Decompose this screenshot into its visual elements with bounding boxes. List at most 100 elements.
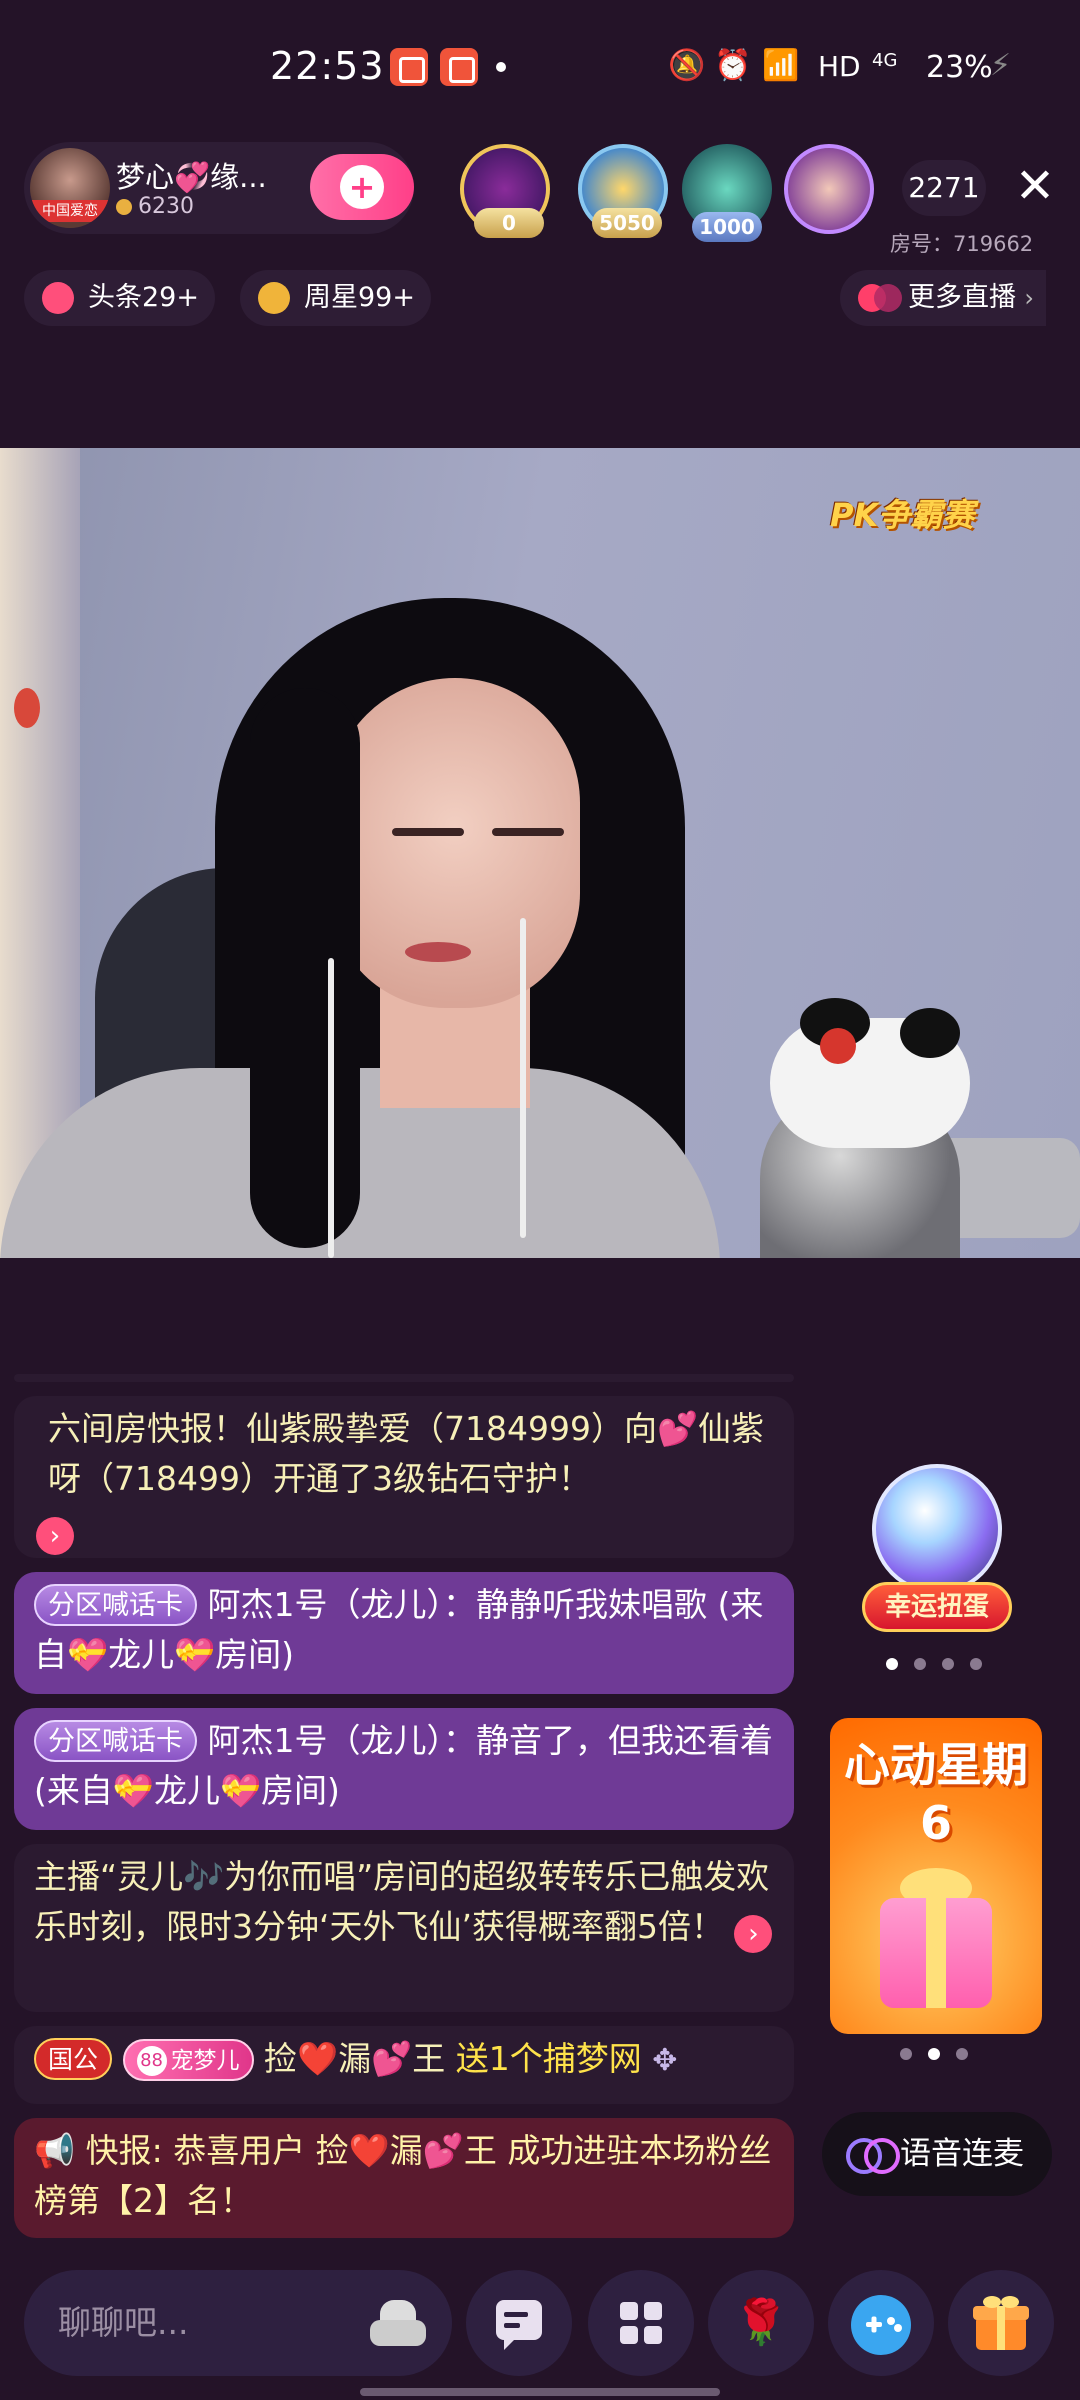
status-bar: 22:53 🔕 ⏰ 📶 HD 4G 23% ⚡ (0, 0, 1080, 140)
fan-level: 88 (136, 2046, 167, 2076)
video-earphone (520, 918, 526, 1238)
sofa-icon[interactable] (370, 2300, 426, 2346)
chat-input[interactable]: 聊聊吧... (24, 2270, 452, 2376)
weekly-star-label: 周星99+ (304, 282, 415, 313)
gamepad-icon (828, 2270, 934, 2376)
room-number: 房号：719662 (890, 232, 1034, 256)
rank-badge: 5050 (592, 208, 662, 238)
follow-button[interactable]: + (310, 154, 414, 220)
star-icon (258, 282, 290, 314)
chat-message-gift[interactable]: 国公 88 宠梦儿 捡❤️漏💕王 送1个捕梦网 ✥ (14, 2026, 794, 2104)
danmaku-button[interactable] (466, 2270, 572, 2376)
battery-level: 23% (926, 50, 993, 85)
coin-icon (116, 199, 132, 215)
chat-username[interactable]: 捡❤️漏💕王 (264, 2039, 445, 2078)
more-menu-button[interactable] (588, 2270, 694, 2376)
rose-gift-button[interactable]: 🌹 (708, 2270, 814, 2376)
chat-divider (14, 1374, 794, 1382)
voice-link-button[interactable]: 语音连麦 (822, 2112, 1052, 2196)
chat-message-text: 主播“灵儿🎶为你而唱”房间的超级转转乐已触发欢乐时刻，限时3分钟‘天外飞仙’获得… (34, 1857, 770, 1946)
video-earphone (328, 958, 334, 1258)
chat-message-announcement[interactable]: 📢 快报: 恭喜用户 捡❤️漏💕王 成功进驻本场粉丝榜第【2】名！ (14, 2118, 794, 2238)
avatar-ribbon: 中国爱恋 (30, 200, 110, 222)
message-icon (466, 2270, 572, 2376)
more-live-button[interactable]: 更多直播 › (840, 270, 1046, 326)
pk-badge[interactable]: PK争霸赛 (830, 490, 974, 536)
fan-badge: 88 宠梦儿 (122, 2039, 254, 2081)
noble-badge: 国公 (34, 2038, 113, 2080)
gift-icon (948, 2270, 1054, 2376)
voice-link-label: 语音连麦 (900, 2136, 1024, 2172)
heart-plus-icon: + (340, 165, 384, 209)
more-notifications-dot (496, 62, 506, 72)
video-lips (405, 942, 471, 962)
lucky-egg-widget[interactable]: 幸运扭蛋 (862, 1464, 1012, 1644)
promo-title: 心动星期6 (844, 1738, 1028, 1850)
top-fan-avatar-3[interactable]: 1000 (682, 144, 772, 242)
promo-pager (900, 2048, 968, 2062)
top-fan-avatar-4[interactable] (784, 144, 874, 234)
chevron-right-icon: › (1024, 284, 1034, 312)
gift-button[interactable] (948, 2270, 1054, 2376)
dreamcatcher-gift-icon: ✥ (652, 2043, 678, 2078)
chat-message-broadcast[interactable]: 六间房快报！仙紫殿挚爱（7184999）向💕仙紫呀（718499）开通了3级钻石… (14, 1396, 794, 1558)
video-eye (392, 828, 464, 836)
video-eye (492, 828, 564, 836)
chat-message-shout[interactable]: 分区喊话卡 阿杰1号（龙儿）：静音了，但我还看着 (来自💝龙儿💝房间) (14, 1708, 794, 1830)
chevron-right-icon[interactable]: › (734, 1915, 773, 1953)
weekly-star-chip[interactable]: 周星99+ (240, 270, 431, 326)
app-notification-icon (390, 48, 428, 86)
chat-message-text: 送1个捕梦网 (455, 2039, 642, 2078)
host-coins: 6230 (116, 194, 194, 219)
app-notification-icon (440, 48, 478, 86)
host-name: 梦心💞缘... (116, 160, 267, 194)
mute-icon: 🔕 (668, 48, 706, 83)
game-button[interactable] (828, 2270, 934, 2376)
grid-icon (588, 2270, 694, 2376)
more-live-label: 更多直播 (908, 282, 1016, 313)
lucky-egg-pager (886, 1658, 982, 1672)
top-fan-avatar-2[interactable]: 5050 (578, 144, 668, 238)
chevron-right-icon[interactable]: › (36, 1517, 74, 1555)
host-coins-value: 6230 (138, 194, 194, 219)
video-plush-toy-ear (820, 1028, 856, 1064)
host-avatar[interactable]: 中国爱恋 (30, 148, 110, 228)
wifi-icon: 📶 (762, 48, 800, 83)
live-icon (858, 284, 904, 312)
video-decor (14, 688, 40, 728)
clock: 22:53 (270, 44, 385, 88)
headline-chip[interactable]: 头条29+ (24, 270, 215, 326)
chat-message-shout[interactable]: 分区喊话卡 阿杰1号（龙儿）：静静听我妹唱歌 (来自💝龙儿💝房间) (14, 1572, 794, 1694)
shout-card-badge: 分区喊话卡 (34, 1720, 197, 1762)
gacha-machine-icon (872, 1464, 1002, 1594)
live-video[interactable] (0, 448, 1080, 1258)
chat-message-text: 快报: 恭喜用户 捡❤️漏💕王 成功进驻本场粉丝榜第【2】名！ (34, 2131, 772, 2220)
lucky-egg-label: 幸运扭蛋 (862, 1582, 1012, 1632)
flame-icon (42, 282, 74, 314)
gift-box-icon (880, 1898, 992, 2008)
chat-message-event[interactable]: 主播“灵儿🎶为你而唱”房间的超级转转乐已触发欢乐时刻，限时3分钟‘天外飞仙’获得… (14, 1844, 794, 2012)
home-indicator[interactable] (360, 2388, 720, 2396)
video-shirt (0, 1068, 720, 1258)
top-fan-avatar-1[interactable]: 0 (460, 144, 550, 238)
alarm-icon: ⏰ (714, 48, 752, 83)
rose-icon: 🌹 (733, 2297, 789, 2348)
chat-username[interactable]: 阿杰1号（龙儿） (208, 1721, 444, 1760)
rank-badge: 0 (474, 208, 544, 238)
chat-input-placeholder: 聊聊吧... (58, 2303, 189, 2342)
chat-username[interactable]: 阿杰1号（龙儿） (208, 1585, 444, 1624)
chat-message-text: 六间房快报！仙紫殿挚爱（7184999）向💕仙紫呀（718499）开通了3级钻石… (48, 1409, 765, 1498)
promo-banner[interactable]: 心动星期6 (830, 1718, 1042, 2034)
fan-badge-name: 宠梦儿 (170, 2048, 240, 2074)
network-label: HD (818, 50, 861, 83)
shout-card-badge: 分区喊话卡 (34, 1584, 197, 1626)
link-rings-icon (846, 2138, 900, 2174)
video-hair-front (250, 688, 360, 1248)
rank-badge: 1000 (692, 212, 762, 242)
viewer-count[interactable]: 2271 (902, 160, 986, 216)
signal-icon: 4G (872, 50, 898, 71)
battery-charging-icon: ⚡ (990, 48, 1012, 83)
close-button[interactable]: ✕ (1010, 158, 1060, 214)
megaphone-icon: 📢 (34, 2131, 76, 2170)
video-plush-toy (770, 998, 970, 1148)
